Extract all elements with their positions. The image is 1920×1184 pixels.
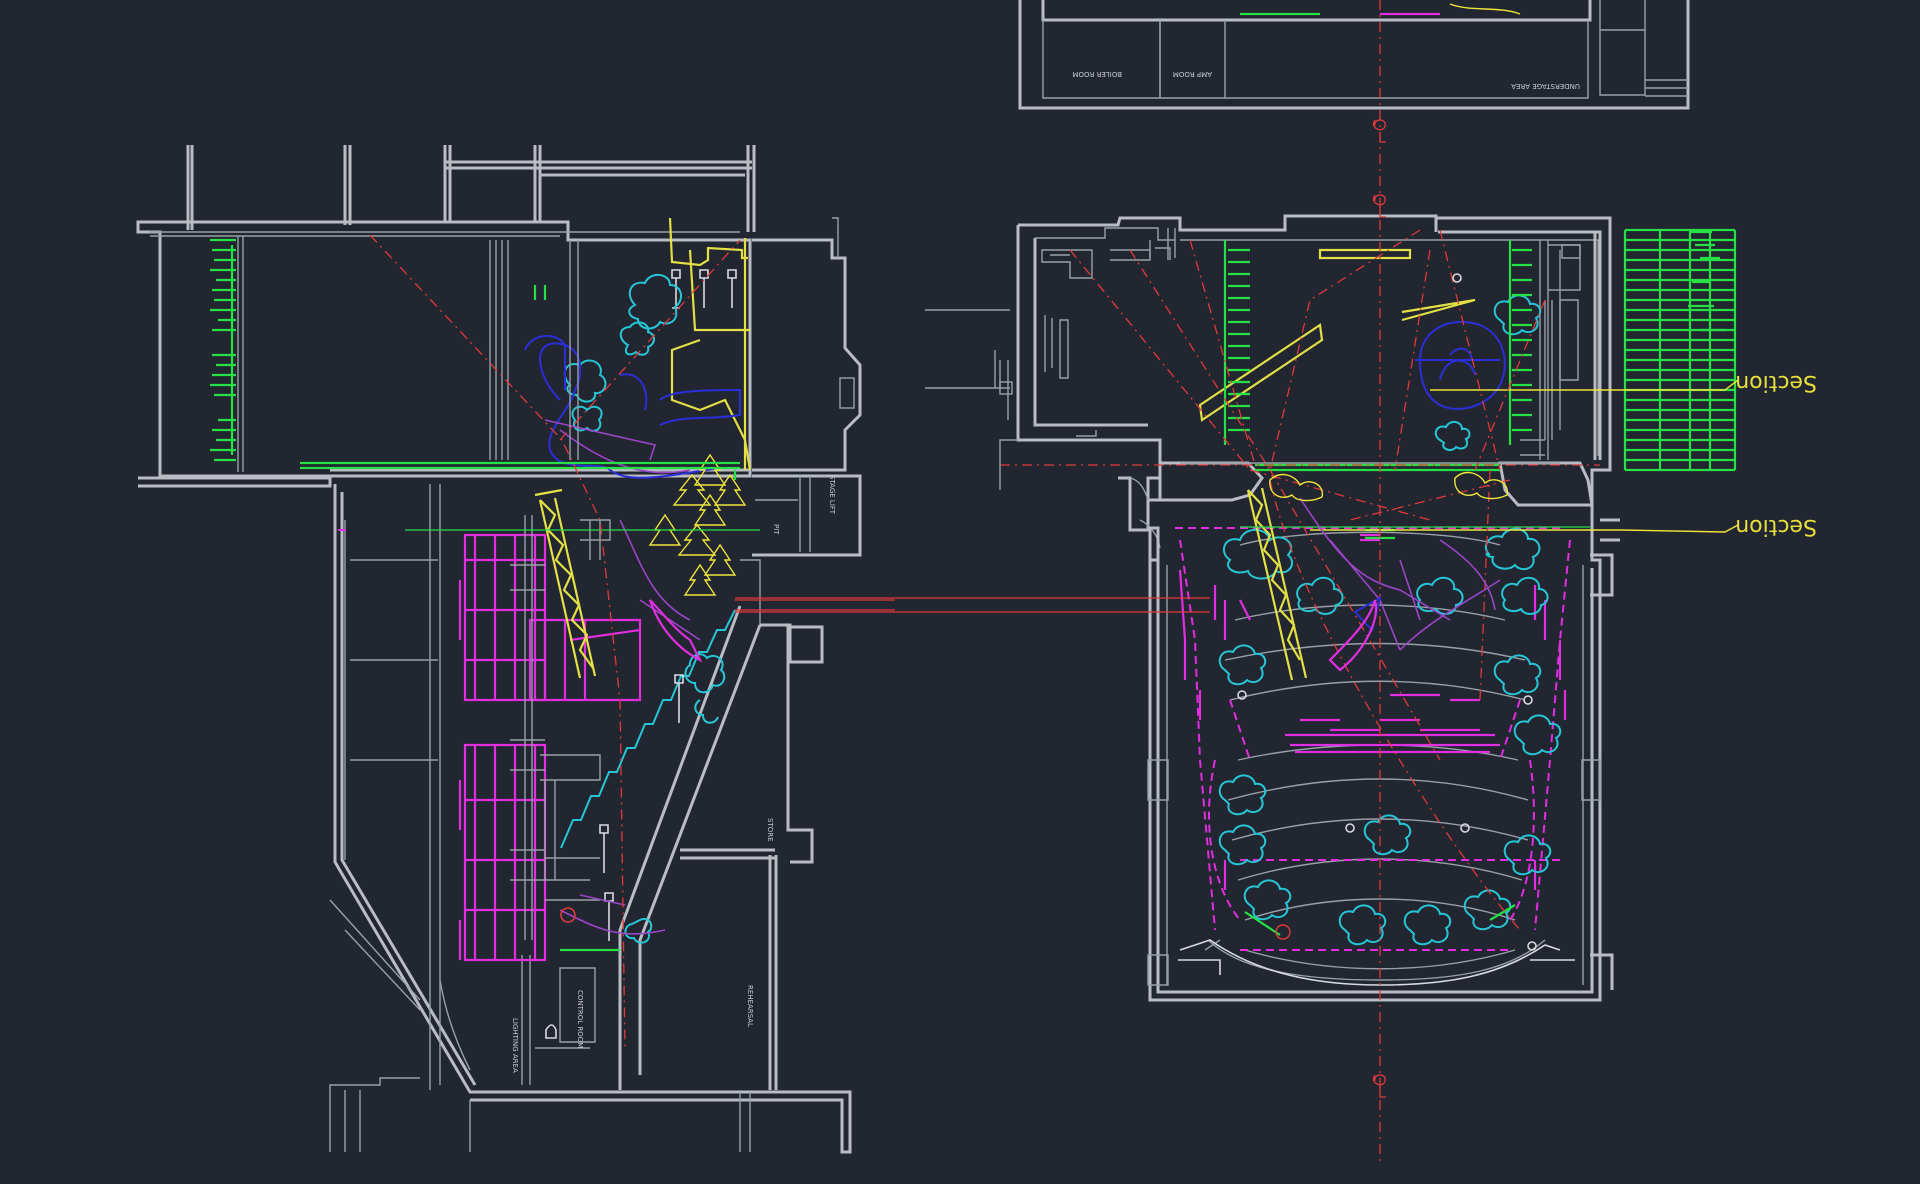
right-plan-drawing: Section Section [925, 0, 1817, 1165]
store-label: STORE [766, 818, 774, 842]
upper-partial-plan: BOILER ROOM AMP ROOM UNDERSTAGE AREA [1018, 0, 1690, 110]
stage-lift-label: STAGE LIFT [828, 475, 836, 515]
cad-drawing: BOILER ROOM AMP ROOM UNDERSTAGE AREA STA… [136, 0, 1817, 1165]
lighting-area-label: LIGHTING AREA [511, 1018, 519, 1073]
control-room-label: CONTROL ROOM [576, 990, 584, 1048]
section-label-lower: Section [1735, 514, 1817, 539]
understage-area-label: UNDERSTAGE AREA [1511, 82, 1580, 90]
section-label-upper: Section [1735, 370, 1817, 395]
boiler-room-label: BOILER ROOM [1072, 70, 1122, 78]
lighting-schedule-table [1623, 228, 1737, 472]
left-section-drawing: STAGE LIFT PIT STORE REHEARSAL CONTROL R… [136, 145, 895, 1154]
pit-label: PIT [772, 524, 780, 535]
amp-room-label: AMP ROOM [1173, 70, 1212, 78]
rehearsal-label: REHEARSAL [746, 985, 754, 1027]
cad-drawing-canvas: BOILER ROOM AMP ROOM UNDERSTAGE AREA STA… [0, 0, 1920, 1180]
